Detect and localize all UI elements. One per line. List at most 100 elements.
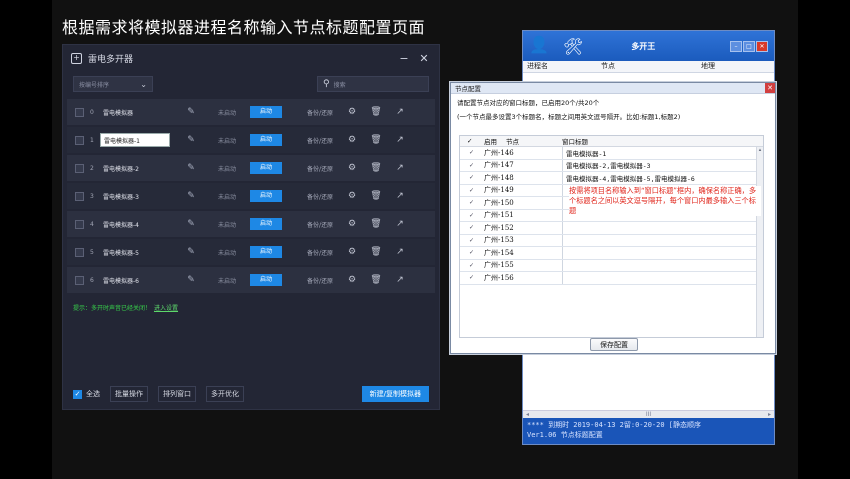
minimize-button[interactable]: – bbox=[730, 40, 742, 52]
table-row: ✓ 广州-146 雷电模拟器-1 bbox=[460, 147, 763, 160]
backup-restore-link[interactable]: 备份/还原 bbox=[300, 276, 340, 285]
expiry-status: **** 到期时 2019-04-13 2留:0-20-20 [静态顺序 bbox=[527, 421, 702, 429]
row-checkbox[interactable] bbox=[75, 163, 84, 173]
enable-checkbox[interactable]: ✓ bbox=[460, 174, 484, 181]
delete-trash-icon[interactable]: 🗑 bbox=[364, 107, 388, 117]
edit-icon[interactable]: ✎ bbox=[178, 219, 204, 229]
edit-icon[interactable]: ✎ bbox=[178, 135, 204, 145]
delete-trash-icon[interactable]: 🗑 bbox=[364, 191, 388, 201]
row-checkbox[interactable] bbox=[75, 191, 84, 201]
arrange-windows-button[interactable]: 排列窗口 bbox=[158, 386, 196, 402]
backup-restore-link[interactable]: 备份/还原 bbox=[300, 108, 340, 117]
header-checkbox[interactable]: ✓ bbox=[460, 137, 484, 145]
row-checkbox[interactable] bbox=[75, 247, 84, 257]
start-button[interactable]: 启动 bbox=[250, 134, 282, 146]
emulator-row: 3 雷电模拟器-3 ✎ 未启动 启动 备份/还原 ⚙ 🗑 ↗ bbox=[67, 183, 435, 209]
node-name: 广州-152 bbox=[484, 223, 514, 232]
enable-checkbox[interactable]: ✓ bbox=[460, 199, 484, 206]
shortcut-icon[interactable]: ↗ bbox=[388, 163, 412, 173]
start-button[interactable]: 启动 bbox=[250, 106, 282, 118]
vertical-scrollbar[interactable]: ▴ bbox=[756, 147, 763, 337]
enable-checkbox[interactable]: ✓ bbox=[460, 237, 484, 244]
shortcut-icon[interactable]: ↗ bbox=[388, 275, 412, 285]
backup-restore-link[interactable]: 备份/还原 bbox=[300, 136, 340, 145]
start-button[interactable]: 启动 bbox=[250, 246, 282, 258]
settings-gear-icon[interactable]: ⚙ bbox=[340, 275, 364, 285]
settings-gear-icon[interactable]: ⚙ bbox=[340, 219, 364, 229]
settings-gear-icon[interactable]: ⚙ bbox=[340, 135, 364, 145]
settings-gear-icon[interactable]: ⚙ bbox=[340, 247, 364, 257]
delete-trash-icon[interactable]: 🗑 bbox=[364, 163, 388, 173]
window-title-input[interactable] bbox=[562, 234, 763, 246]
edit-icon[interactable]: ✎ bbox=[178, 107, 204, 117]
settings-gear-icon[interactable]: ⚙ bbox=[340, 191, 364, 201]
minimize-button[interactable]: − bbox=[397, 52, 411, 65]
start-button[interactable]: 启动 bbox=[250, 274, 282, 286]
window-title-input[interactable]: 雷电模拟器-2,雷电模拟器-3 bbox=[562, 159, 763, 171]
backup-restore-link[interactable]: 备份/还原 bbox=[300, 192, 340, 201]
close-button[interactable]: ✕ bbox=[417, 52, 431, 65]
edit-icon[interactable]: ✎ bbox=[178, 275, 204, 285]
settings-gear-icon[interactable]: ⚙ bbox=[340, 163, 364, 173]
save-config-button[interactable]: 保存配置 bbox=[590, 338, 638, 351]
enable-checkbox[interactable]: ✓ bbox=[460, 274, 484, 281]
row-checkbox[interactable] bbox=[75, 219, 84, 229]
enable-checkbox[interactable]: ✓ bbox=[460, 262, 484, 269]
row-checkbox[interactable] bbox=[75, 107, 84, 117]
enable-checkbox[interactable]: ✓ bbox=[460, 162, 484, 169]
row-checkbox[interactable] bbox=[75, 275, 84, 285]
scroll-up-icon[interactable]: ▴ bbox=[759, 147, 762, 153]
scroll-left-icon[interactable]: ◂ bbox=[526, 411, 529, 418]
select-all-checkbox[interactable]: ✓ bbox=[73, 389, 82, 399]
shortcut-icon[interactable]: ↗ bbox=[388, 191, 412, 201]
multi-optimize-button[interactable]: 多开优化 bbox=[206, 386, 244, 402]
delete-trash-icon[interactable]: 🗑 bbox=[364, 247, 388, 257]
close-button[interactable]: ✕ bbox=[765, 83, 775, 93]
new-copy-emulator-button[interactable]: 新建/复制模拟器 bbox=[361, 386, 429, 402]
enable-checkbox[interactable]: ✓ bbox=[460, 212, 484, 219]
status-text: 未启动 bbox=[217, 221, 236, 229]
edit-icon[interactable]: ✎ bbox=[178, 163, 204, 173]
settings-gear-icon[interactable]: ⚙ bbox=[340, 107, 364, 117]
shortcut-icon[interactable]: ↗ bbox=[388, 247, 412, 257]
close-button[interactable]: ✕ bbox=[756, 40, 768, 52]
row-index: 0 bbox=[90, 108, 94, 116]
row-checkbox[interactable] bbox=[75, 135, 84, 145]
scroll-right-icon[interactable]: ▸ bbox=[768, 411, 771, 418]
enable-checkbox[interactable]: ✓ bbox=[460, 187, 484, 194]
emulator-name-editing-input[interactable]: 雷电模拟器-1 bbox=[100, 133, 170, 147]
start-button[interactable]: 启动 bbox=[250, 190, 282, 202]
window-title-input[interactable] bbox=[562, 247, 763, 259]
window-title: 雷电多开器 bbox=[88, 54, 134, 65]
backup-restore-link[interactable]: 备份/还原 bbox=[300, 248, 340, 257]
delete-trash-icon[interactable]: 🗑 bbox=[364, 219, 388, 229]
enable-checkbox[interactable]: ✓ bbox=[460, 149, 484, 156]
settings-link[interactable]: 进入设置 bbox=[154, 305, 178, 312]
enable-checkbox[interactable]: ✓ bbox=[460, 224, 484, 231]
backup-restore-link[interactable]: 备份/还原 bbox=[300, 220, 340, 229]
backup-restore-link[interactable]: 备份/还原 bbox=[300, 164, 340, 173]
window-title-input[interactable]: 雷电模拟器-1 bbox=[562, 147, 763, 159]
window-title-input[interactable] bbox=[562, 259, 763, 271]
maximize-button[interactable]: □ bbox=[743, 40, 755, 52]
batch-operation-button[interactable]: 批量操作 bbox=[110, 386, 148, 402]
delete-trash-icon[interactable]: 🗑 bbox=[364, 135, 388, 145]
edit-icon[interactable]: ✎ bbox=[178, 191, 204, 201]
shortcut-icon[interactable]: ↗ bbox=[388, 135, 412, 145]
horizontal-scrollbar[interactable]: ◂ III ▸ bbox=[523, 410, 774, 418]
sort-select[interactable]: 按编号排序 ⌄ bbox=[73, 76, 153, 92]
user-avatar-icon[interactable]: 👤 bbox=[529, 35, 549, 57]
enable-checkbox[interactable]: ✓ bbox=[460, 249, 484, 256]
window-title-input[interactable] bbox=[562, 272, 763, 284]
delete-trash-icon[interactable]: 🗑 bbox=[364, 275, 388, 285]
window-title-input[interactable] bbox=[562, 222, 763, 234]
start-button[interactable]: 启动 bbox=[250, 218, 282, 230]
search-input[interactable]: ⚲ 搜索 bbox=[317, 76, 429, 92]
start-button[interactable]: 启动 bbox=[250, 162, 282, 174]
window-title-input[interactable]: 雷电模拟器-4,雷电模拟器-5,雷电模拟器-6 bbox=[562, 172, 763, 184]
shortcut-icon[interactable]: ↗ bbox=[388, 107, 412, 117]
tools-icon[interactable]: 🛠 bbox=[563, 37, 583, 56]
edit-icon[interactable]: ✎ bbox=[178, 247, 204, 257]
node-name: 广州-149 bbox=[484, 186, 514, 195]
shortcut-icon[interactable]: ↗ bbox=[388, 219, 412, 229]
